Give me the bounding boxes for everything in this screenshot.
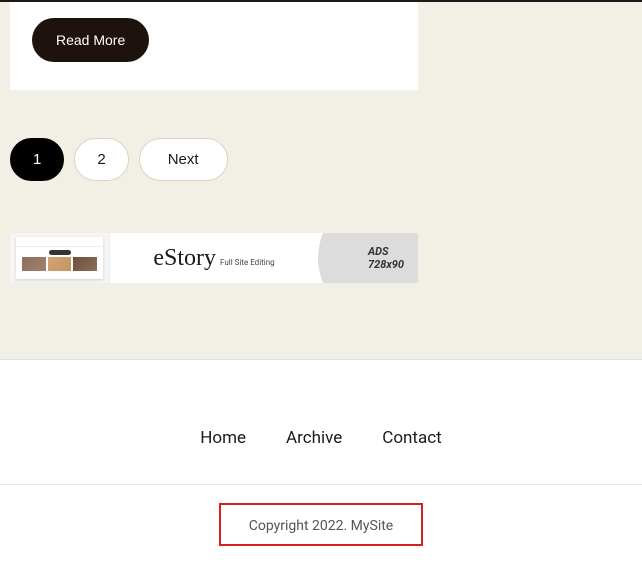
- page-2-button[interactable]: 2: [74, 138, 128, 181]
- page-next-button[interactable]: Next: [139, 138, 228, 181]
- page-1-button[interactable]: 1: [10, 138, 64, 181]
- ad-subtitle: Full Site Editing: [220, 258, 275, 267]
- copyright-highlight-box: Copyright 2022. MySite: [219, 503, 423, 546]
- footer-link-contact[interactable]: Contact: [382, 428, 441, 448]
- pagination: 1 2 Next: [10, 138, 632, 181]
- read-more-button[interactable]: Read More: [32, 18, 149, 62]
- ad-preview-image: [10, 233, 110, 283]
- ad-label-text: ADS: [368, 245, 404, 258]
- ad-banner[interactable]: eStory Full Site Editing ADS 728x90: [10, 233, 418, 283]
- ad-size-text: 728x90: [368, 258, 404, 271]
- footer: Home Archive Contact Copyright 2022. MyS…: [0, 359, 642, 564]
- ad-title: eStory: [153, 245, 216, 272]
- footer-link-home[interactable]: Home: [200, 428, 246, 448]
- footer-nav: Home Archive Contact: [0, 428, 642, 484]
- copyright-section: Copyright 2022. MySite: [0, 484, 642, 564]
- ad-center: eStory Full Site Editing: [110, 245, 318, 272]
- footer-link-archive[interactable]: Archive: [286, 428, 342, 448]
- copyright-text: Copyright 2022. MySite: [249, 518, 393, 534]
- main-content: Read More 1 2 Next eStory Full Site Edit…: [0, 0, 642, 283]
- ad-size-label: ADS 728x90: [318, 233, 418, 283]
- post-card: Read More: [10, 2, 418, 90]
